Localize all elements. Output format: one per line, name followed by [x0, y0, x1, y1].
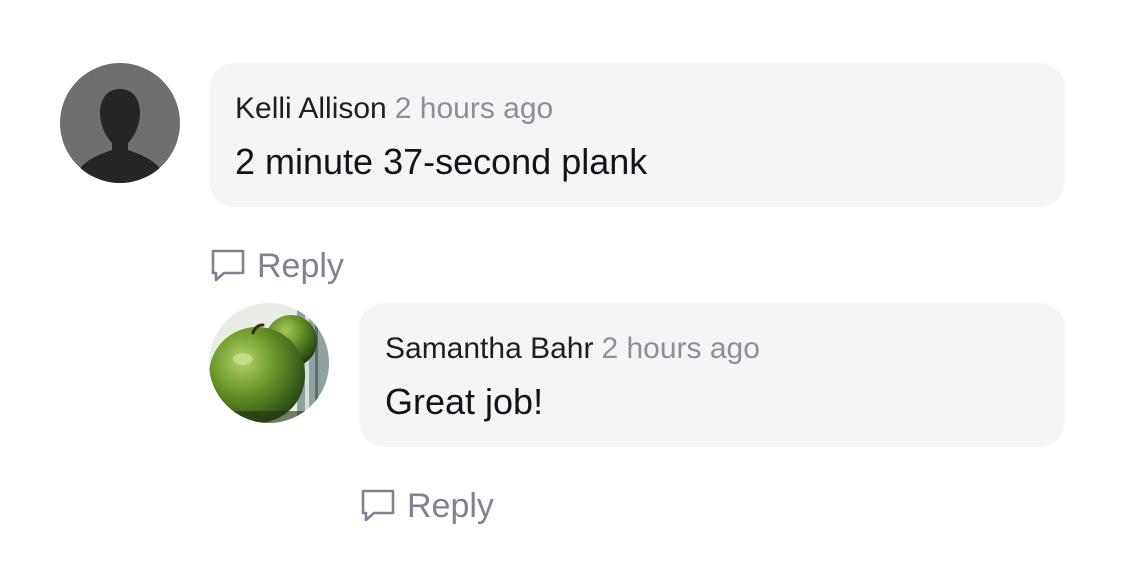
reply-bubble: Samantha Bahr 2 hours ago Great job! — [359, 303, 1065, 447]
green-apple-photo-icon — [209, 303, 329, 423]
avatar-samantha-bahr[interactable] — [209, 303, 329, 423]
comment-text: 2 minute 37-second plank — [235, 141, 648, 182]
reply-label: Reply — [257, 247, 344, 285]
reply-button[interactable]: Reply — [209, 246, 344, 286]
reply-button[interactable]: Reply — [359, 486, 494, 526]
comment-author[interactable]: Kelli Allison — [235, 92, 387, 125]
comment-meta: Kelli Allison 2 hours ago — [235, 91, 553, 127]
speech-bubble-icon — [361, 489, 395, 522]
speech-bubble-icon — [211, 249, 245, 282]
comment-author[interactable]: Samantha Bahr — [385, 332, 593, 365]
comment-bubble: Kelli Allison 2 hours ago 2 minute 37-sec… — [209, 63, 1065, 207]
person-silhouette-icon — [60, 63, 180, 183]
comment-timestamp: 2 hours ago — [601, 332, 760, 365]
avatar-kelli-allison[interactable] — [60, 63, 180, 183]
comment-meta: Samantha Bahr 2 hours ago — [385, 331, 760, 367]
comment-timestamp: 2 hours ago — [394, 92, 554, 125]
reply-label: Reply — [407, 487, 494, 525]
comment-text: Great job! — [385, 381, 544, 422]
